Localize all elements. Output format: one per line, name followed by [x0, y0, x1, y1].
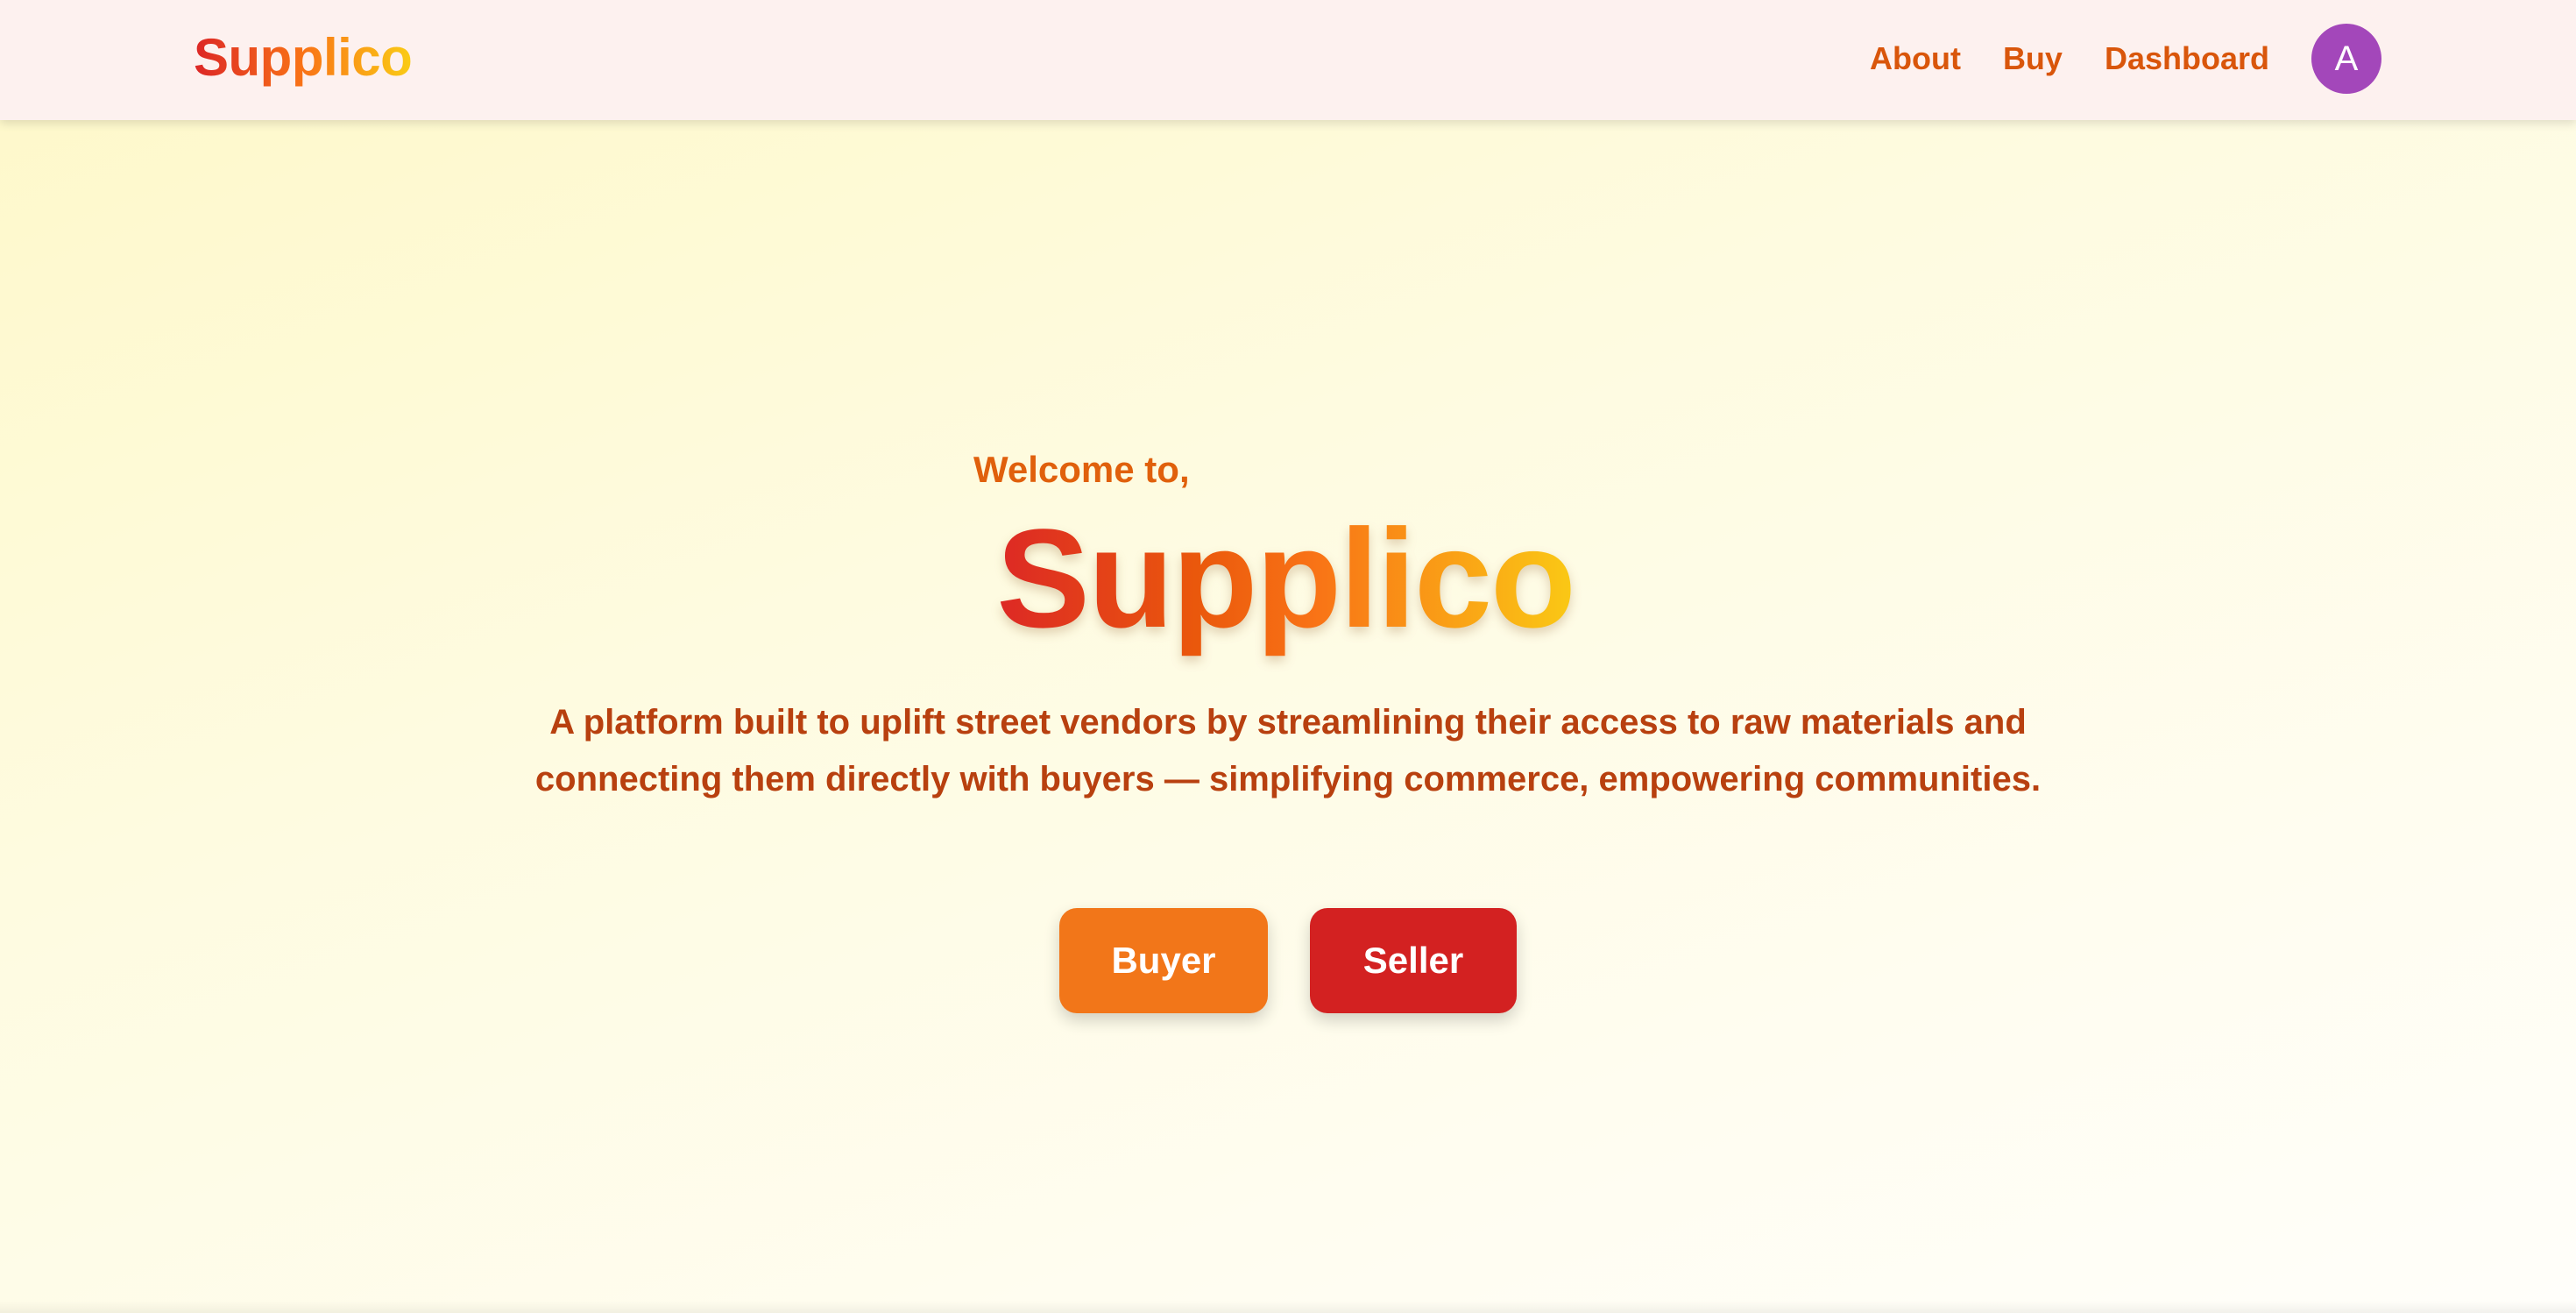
user-avatar[interactable]: A: [2311, 24, 2381, 94]
top-navbar: Supplico About Buy Dashboard A: [0, 0, 2576, 120]
welcome-text: Welcome to,: [973, 449, 1190, 490]
seller-button[interactable]: Seller: [1310, 908, 1517, 1013]
nav-link-dashboard[interactable]: Dashboard: [2105, 40, 2269, 77]
nav-links: About Buy Dashboard A: [1870, 23, 2381, 95]
hero-description-line-2: connecting them directly with buyers — s…: [534, 760, 2042, 798]
nav-link-buy[interactable]: Buy: [2003, 40, 2063, 77]
hero-description-line-1: A platform built to uplift street vendor…: [549, 703, 2027, 742]
hero-title: Supplico: [0, 500, 2576, 657]
nav-link-about[interactable]: About: [1870, 40, 1961, 77]
brand-logo[interactable]: Supplico: [194, 26, 413, 89]
hero-title-text: Supplico: [987, 500, 1583, 657]
buyer-button[interactable]: Buyer: [1059, 908, 1268, 1013]
bottom-edge-shadow: [0, 1301, 2576, 1313]
hero-description: A platform built to uplift street vendor…: [412, 694, 2164, 808]
avatar-initial: A: [2334, 39, 2359, 78]
